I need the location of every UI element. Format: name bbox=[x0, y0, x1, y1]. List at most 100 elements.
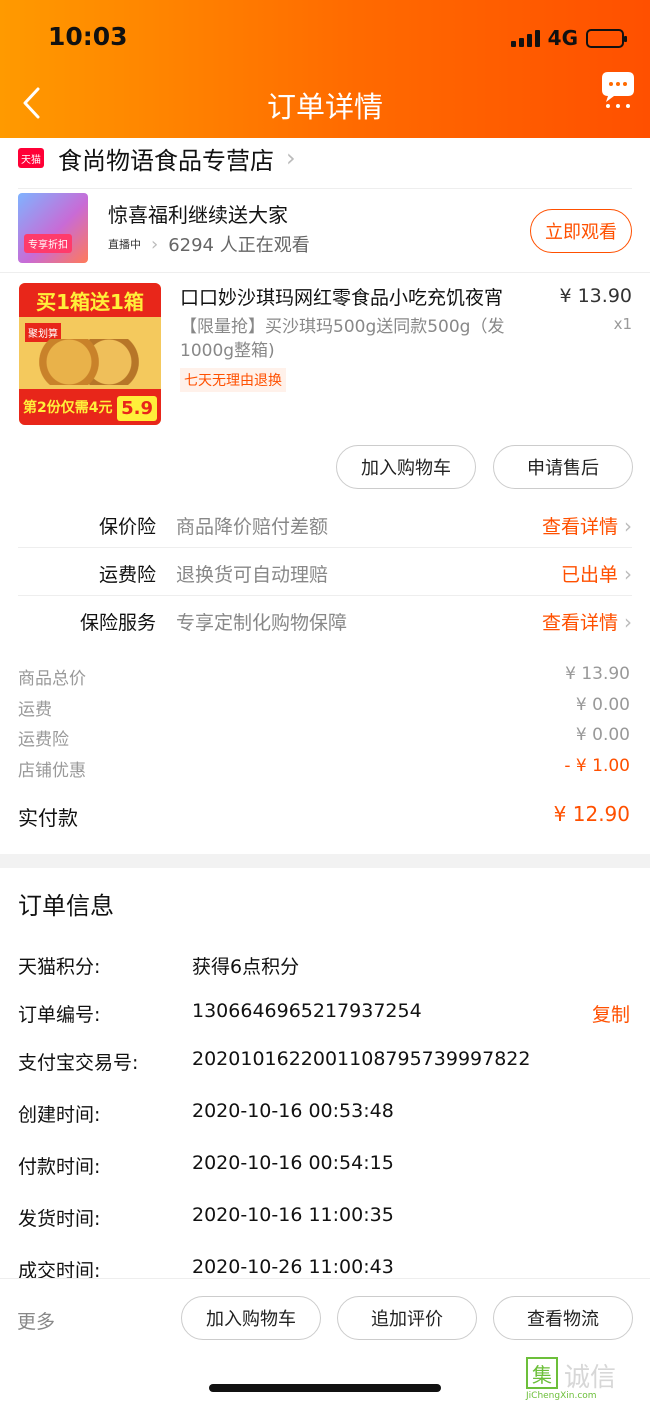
info-value: 2020-10-26 11:00:43 bbox=[192, 1256, 394, 1278]
signal-icon bbox=[510, 29, 540, 47]
info-row-created: 创建时间: 2020-10-16 00:53:48 bbox=[18, 1100, 632, 1130]
info-value: 2020-10-16 11:00:35 bbox=[192, 1204, 394, 1226]
info-label: 创建时间: bbox=[18, 1104, 101, 1126]
total-value: ¥ 12.90 bbox=[553, 802, 630, 826]
insurance-action-label: 查看详情 bbox=[541, 612, 618, 634]
add-review-button[interactable]: 追加评价 bbox=[337, 1296, 477, 1340]
battery-icon bbox=[586, 28, 627, 48]
product-image-header: 买1箱送1箱 bbox=[19, 283, 161, 317]
insurance-desc: 商品降价赔付差额 bbox=[176, 516, 329, 538]
summary-value: ¥ 0.00 bbox=[575, 725, 630, 745]
insurance-row-price-protect[interactable]: 保价险 商品降价赔付差额 查看详情 › bbox=[18, 500, 632, 548]
watermark-url: JiChengXin.com bbox=[526, 1391, 597, 1401]
total-paid: 实付款 ¥ 12.90 bbox=[18, 802, 632, 838]
insurance-action[interactable]: 已出单 › bbox=[561, 560, 632, 587]
insurance-label: 运费险 bbox=[98, 564, 156, 586]
summary-subtotal: 商品总价 ¥ 13.90 bbox=[18, 664, 632, 692]
shop-row[interactable]: 天猫 食尚物语食品专营店 › bbox=[18, 138, 296, 178]
info-row-paid: 付款时间: 2020-10-16 00:54:15 bbox=[18, 1152, 632, 1182]
info-label: 订单编号: bbox=[18, 1004, 101, 1026]
summary-label: 店铺优惠 bbox=[18, 761, 86, 781]
watch-now-button[interactable]: 立即观看 bbox=[530, 209, 632, 253]
copy-button[interactable]: 复制 bbox=[592, 1000, 630, 1027]
insurance-action-label: 查看详情 bbox=[541, 516, 618, 538]
live-state: 直播中 bbox=[108, 238, 141, 251]
summary-store-discount: 店铺优惠 - ¥ 1.00 bbox=[18, 756, 632, 784]
status-icons: 4G bbox=[510, 26, 627, 50]
info-row-alipay-number: 支付宝交易号: 2020101622001108795739997822 bbox=[18, 1048, 632, 1078]
summary-value: ¥ 0.00 bbox=[575, 695, 630, 715]
chevron-right-icon: › bbox=[624, 513, 632, 538]
insurance-label: 保险服务 bbox=[79, 612, 156, 634]
info-row-completed: 成交时间: 2020-10-26 11:00:43 bbox=[18, 1256, 632, 1278]
info-value: 1306646965217937254 bbox=[192, 1000, 422, 1022]
info-row-order-number: 订单编号: 1306646965217937254 复制 bbox=[18, 1000, 632, 1030]
status-time: 10:03 bbox=[48, 22, 128, 51]
order-info-title: 订单信息 bbox=[18, 892, 114, 920]
live-stream-banner[interactable]: 专享折扣 惊喜福利继续送大家 直播中 › 6294 人正在观看 立即观看 bbox=[18, 188, 632, 272]
summary-value: ¥ 13.90 bbox=[565, 664, 630, 684]
info-row-shipped: 发货时间: 2020-10-16 11:00:35 bbox=[18, 1204, 632, 1234]
shop-name[interactable]: 食尚物语食品专营店 bbox=[58, 141, 274, 176]
watermark-mark-icon: 集 bbox=[526, 1357, 558, 1389]
summary-label: 商品总价 bbox=[18, 669, 86, 689]
total-label: 实付款 bbox=[18, 806, 78, 830]
page-title: 订单详情 bbox=[266, 90, 383, 124]
after-sale-button[interactable]: 申请售后 bbox=[493, 445, 633, 489]
info-value: 2020-10-16 00:54:15 bbox=[192, 1152, 394, 1174]
app-header: 10:03 4G 订单详情 bbox=[0, 0, 650, 138]
insurance-label: 保价险 bbox=[98, 516, 156, 538]
bottom-add-to-cart-button[interactable]: 加入购物车 bbox=[181, 1296, 321, 1340]
live-title: 惊喜福利继续送大家 bbox=[108, 203, 288, 227]
tmall-badge: 天猫 bbox=[18, 148, 44, 168]
summary-value: - ¥ 1.00 bbox=[564, 756, 630, 776]
order-info-section: 订单信息 天猫积分: 获得6点积分 订单编号: 1306646965217937… bbox=[0, 868, 650, 1278]
chevron-right-icon: › bbox=[624, 609, 632, 634]
insurance-action[interactable]: 查看详情 › bbox=[542, 608, 632, 635]
info-label: 天猫积分: bbox=[18, 956, 101, 978]
home-indicator bbox=[209, 1384, 441, 1392]
chevron-right-icon: › bbox=[286, 144, 296, 172]
summary-shipping-insurance: 运费险 ¥ 0.00 bbox=[18, 725, 632, 753]
network-type: 4G bbox=[547, 26, 578, 50]
product-quantity: x1 bbox=[613, 315, 632, 333]
product-image-price: 5.9 bbox=[117, 396, 157, 421]
info-label: 成交时间: bbox=[18, 1260, 101, 1278]
info-label: 付款时间: bbox=[18, 1156, 101, 1178]
insurance-row-shipping[interactable]: 运费险 退换货可自动理赔 已出单 › bbox=[18, 548, 632, 596]
product-goods-graphic bbox=[39, 339, 139, 385]
summary-shipping: 运费 ¥ 0.00 bbox=[18, 695, 632, 723]
insurance-row-service[interactable]: 保险服务 专享定制化购物保障 查看详情 › bbox=[18, 596, 632, 644]
refund-tag: 七天无理由退换 bbox=[180, 368, 286, 392]
chevron-right-icon: › bbox=[624, 561, 632, 586]
product-sku: 【限量抢】买沙琪玛500g送同款500g（发1000g整箱) bbox=[180, 317, 505, 361]
order-card: 天猫 食尚物语食品专营店 › 专享折扣 惊喜福利继续送大家 直播中 › 6294… bbox=[0, 138, 650, 854]
insurance-desc: 专享定制化购物保障 bbox=[176, 612, 348, 634]
watermark-logo: 集 诚信 JiChengXin.com bbox=[526, 1357, 644, 1401]
live-thumbnail[interactable]: 专享折扣 bbox=[18, 193, 88, 263]
info-value: 2020101622001108795739997822 bbox=[192, 1048, 531, 1070]
product-name[interactable]: 口口妙沙琪玛网红零食品小吃充饥夜宵 bbox=[180, 283, 503, 310]
add-to-cart-button[interactable]: 加入购物车 bbox=[336, 445, 476, 489]
info-value: 获得6点积分 bbox=[192, 956, 300, 978]
insurance-action[interactable]: 查看详情 › bbox=[542, 512, 632, 539]
watermark-text: 诚信 bbox=[564, 1363, 617, 1393]
chevron-right-icon: › bbox=[151, 233, 159, 255]
info-value: 2020-10-16 00:53:48 bbox=[192, 1100, 394, 1122]
product-image[interactable]: 买1箱送1箱 聚划算 第2份仅需4元 5.9 bbox=[19, 283, 161, 425]
view-logistics-button[interactable]: 查看物流 bbox=[493, 1296, 633, 1340]
live-thumb-tag: 专享折扣 bbox=[24, 234, 72, 253]
live-viewers: 6294 人正在观看 bbox=[168, 235, 310, 256]
insurance-action-label: 已出单 bbox=[560, 564, 618, 586]
summary-label: 运费险 bbox=[18, 730, 69, 750]
insurance-desc: 退换货可自动理赔 bbox=[176, 564, 329, 586]
live-subline: 直播中 › 6294 人正在观看 bbox=[108, 231, 310, 257]
message-icon[interactable] bbox=[598, 70, 638, 110]
summary-label: 运费 bbox=[18, 700, 52, 720]
product-price: ¥ 13.90 bbox=[559, 285, 632, 307]
info-label: 支付宝交易号: bbox=[18, 1052, 139, 1074]
bottom-action-bar: 更多 加入购物车 追加评价 查看物流 集 诚信 JiChengXin.com bbox=[0, 1278, 650, 1406]
info-row-points: 天猫积分: 获得6点积分 bbox=[18, 952, 632, 982]
more-button[interactable]: 更多 bbox=[17, 1307, 55, 1334]
info-label: 发货时间: bbox=[18, 1208, 101, 1230]
